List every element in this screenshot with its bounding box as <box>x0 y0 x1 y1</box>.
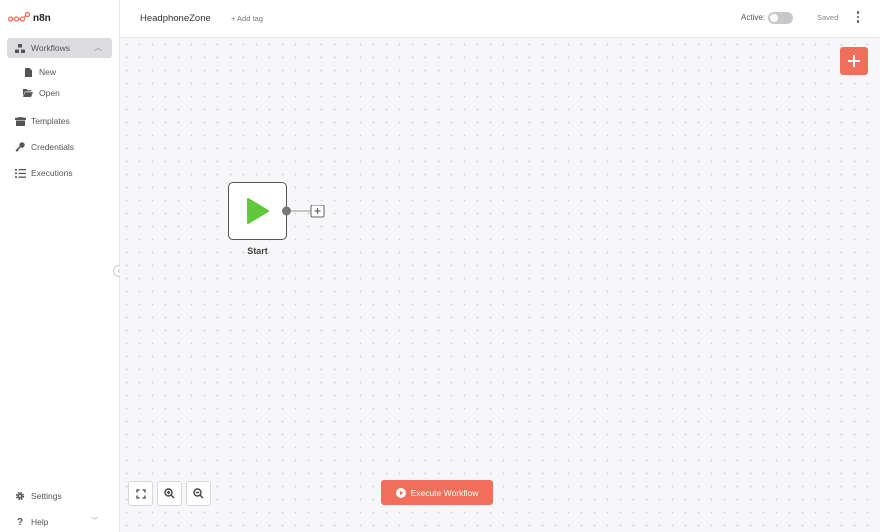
header: HeadphoneZone + Add tag Active: Saved <box>120 0 880 38</box>
sidebar-item-label: Settings <box>31 491 62 501</box>
zoom-to-fit-button[interactable] <box>128 481 153 506</box>
workflow-canvas[interactable] <box>120 38 880 532</box>
node-output-connector[interactable] <box>280 205 328 219</box>
key-icon <box>14 141 26 153</box>
sidebar-item-open[interactable]: Open <box>22 87 60 99</box>
saved-status: Saved <box>817 13 839 22</box>
execute-workflow-button[interactable]: Execute Workflow <box>381 480 493 505</box>
zoom-out-button[interactable] <box>186 481 211 506</box>
box-open-icon <box>14 115 26 127</box>
sidebar-item-new[interactable]: New <box>22 66 56 78</box>
gear-icon <box>14 490 26 502</box>
sidebar-item-credentials[interactable]: Credentials <box>14 141 74 153</box>
chevron-down-icon[interactable]: ﹀ <box>91 516 98 526</box>
sidebar-item-label: Open <box>39 88 60 98</box>
start-node-label: Start <box>247 246 268 256</box>
sidebar-item-templates[interactable]: Templates <box>14 115 70 127</box>
sidebar-item-help[interactable]: ? Help <box>14 516 49 528</box>
network-icon <box>14 42 26 54</box>
zoom-in-button[interactable] <box>157 481 182 506</box>
sidebar-item-settings[interactable]: Settings <box>14 490 62 502</box>
sidebar-item-label: New <box>39 67 57 77</box>
n8n-logo[interactable]: n8n <box>8 10 51 26</box>
play-circle-icon <box>395 487 406 498</box>
sidebar-item-label: Help <box>31 517 49 527</box>
sidebar-item-label: Executions <box>31 168 73 178</box>
output-handle[interactable] <box>282 206 291 216</box>
sidebar: n8n Workflows ︿ New Open Templates Crede… <box>0 0 125 532</box>
sidebar-item-workflows[interactable]: Workflows ︿ <box>7 38 112 58</box>
chevron-up-icon: ︿ <box>94 43 102 52</box>
zoom-in-icon <box>164 488 175 499</box>
play-icon <box>246 198 269 224</box>
add-tag-button[interactable]: + Add tag <box>231 14 263 23</box>
sidebar-item-label: Credentials <box>31 142 74 152</box>
active-label: Active: <box>741 13 766 22</box>
expand-icon <box>135 488 146 499</box>
zoom-out-icon <box>193 488 204 499</box>
plus-icon <box>848 55 860 67</box>
workflow-name[interactable]: HeadphoneZone <box>140 13 211 24</box>
more-options-icon[interactable] <box>856 11 860 23</box>
sidebar-item-label: Workflows <box>31 43 71 53</box>
tasks-icon <box>14 167 26 179</box>
execute-workflow-label: Execute Workflow <box>410 487 479 498</box>
start-node[interactable] <box>228 182 287 240</box>
brand-name: n8n <box>33 12 51 24</box>
add-node-button[interactable] <box>840 47 868 75</box>
active-toggle[interactable] <box>768 12 793 24</box>
n8n-logo-icon <box>8 12 30 22</box>
sidebar-item-executions[interactable]: Executions <box>14 167 73 179</box>
file-icon <box>22 66 34 78</box>
question-icon: ? <box>16 516 24 528</box>
folder-open-icon <box>22 87 34 99</box>
sidebar-item-label: Templates <box>31 116 70 126</box>
